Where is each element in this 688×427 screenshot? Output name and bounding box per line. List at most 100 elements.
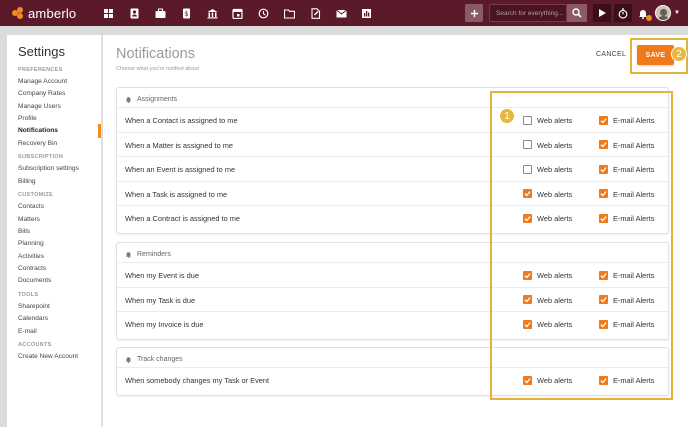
step-badge-2: 2 xyxy=(671,46,687,62)
group-header: Reminders xyxy=(125,248,171,260)
search-button[interactable] xyxy=(567,4,588,22)
start-timer-button[interactable] xyxy=(593,4,612,22)
documents-nav-button[interactable] xyxy=(302,0,328,26)
stopwatch-button[interactable] xyxy=(614,4,633,22)
notification-label: When a Matter is assigned to me xyxy=(125,140,234,150)
sidebar-item-contracts[interactable]: Contracts xyxy=(18,263,101,275)
reports-nav-button[interactable] xyxy=(354,0,380,26)
sidebar-item-profile[interactable]: Profile xyxy=(18,113,101,125)
sidebar-item-manage-account[interactable]: Manage Account xyxy=(18,76,101,88)
mail-nav-button[interactable] xyxy=(328,0,354,26)
user-avatar[interactable] xyxy=(655,5,672,21)
topbar-actions: Search for everything... ▼ xyxy=(465,0,688,26)
sidebar-item-label: Contracts xyxy=(18,264,47,272)
notification-label: When a Task is assigned to me xyxy=(125,189,228,199)
sidebar-item-calendars[interactable]: Calendars xyxy=(18,313,101,325)
matters-nav-button[interactable] xyxy=(148,0,174,26)
sidebar-heading: SUBSCRIPTION xyxy=(18,154,64,161)
sidebar-item-e-mail[interactable]: E-mail xyxy=(18,326,101,338)
sidebar-item-label: Recovery Bin xyxy=(18,139,58,147)
sidebar-item-recovery-bin[interactable]: Recovery Bin xyxy=(18,138,101,150)
play-icon xyxy=(598,9,606,17)
sidebar-item-label: Activities xyxy=(18,252,45,260)
search-placeholder: Search for everything... xyxy=(496,9,564,17)
chevron-down-icon[interactable]: ▼ xyxy=(674,10,680,16)
notification-label: When a Contract is assigned to me xyxy=(125,214,241,223)
sidebar-item-label: Manage Account xyxy=(18,78,68,85)
notifications-button[interactable] xyxy=(636,4,653,22)
sidebar-item-create-new-account[interactable]: Create New Account xyxy=(18,351,101,363)
notification-label: When a Contact is assigned to me xyxy=(125,116,238,125)
sidebar-item-bills[interactable]: Bills xyxy=(18,226,101,238)
search-icon xyxy=(572,8,582,18)
alert-options-highlight xyxy=(490,91,673,400)
sidebar-item-label: Create New Account xyxy=(18,353,79,361)
notification-label: When my Invoice is due xyxy=(125,320,204,329)
bell-icon xyxy=(125,251,132,258)
notification-label: When an Event is assigned to me xyxy=(125,165,236,174)
sidebar-item-subscription-settings[interactable]: Subscription settings xyxy=(18,163,101,175)
notification-badge xyxy=(646,15,653,21)
sidebar-item-contacts[interactable]: Contacts xyxy=(18,201,101,213)
sidebar-item-manage-users[interactable]: Manage Users xyxy=(18,101,101,113)
brand-name: amberlo xyxy=(28,5,77,21)
add-new-button[interactable] xyxy=(465,4,484,22)
mail-icon xyxy=(335,9,347,17)
contacts-icon xyxy=(130,8,139,18)
folder-nav-button[interactable] xyxy=(277,0,303,26)
sidebar-item-label: Planning xyxy=(18,240,44,248)
dashboard-nav-button[interactable] xyxy=(96,0,122,26)
sidebar-item-label: Billing xyxy=(18,177,36,185)
sidebar-item-planning[interactable]: Planning xyxy=(18,238,101,250)
page-subtitle: Choose what you're notified about xyxy=(116,66,199,72)
sidebar-item-label: Calendars xyxy=(18,315,49,323)
cancel-button[interactable]: CANCEL xyxy=(596,51,626,58)
stopwatch-icon xyxy=(618,7,628,19)
amberlo-logo-icon xyxy=(12,7,24,19)
sidebar-item-billing[interactable]: Billing xyxy=(18,176,101,188)
sidebar-item-label: Company Rates xyxy=(18,90,66,98)
matters-icon xyxy=(155,8,166,18)
step-badge-1: 1 xyxy=(499,108,515,124)
dashboard-icon xyxy=(104,8,114,18)
module-nav: $ xyxy=(96,0,380,26)
sidebar-item-matters[interactable]: Matters xyxy=(18,214,101,226)
settings-sidebar: Settings PREFERENCES Manage Account Compan… xyxy=(7,35,102,427)
sidebar-item-label: Bills xyxy=(18,228,31,235)
sidebar-item-label: Subscription settings xyxy=(18,165,79,173)
sidebar-item-label: Matters xyxy=(18,215,40,223)
contacts-nav-button[interactable] xyxy=(122,0,148,26)
activities-nav-button[interactable] xyxy=(251,0,277,26)
company-nav-button[interactable] xyxy=(199,0,225,26)
top-navigation-bar: amberlo $ Search for everything... ▼ xyxy=(0,0,688,26)
sidebar-item-company-rates[interactable]: Company Rates xyxy=(18,88,101,100)
sidebar-heading: PREFERENCES xyxy=(18,67,63,73)
save-button[interactable]: SAVE xyxy=(637,45,674,65)
group-header: Assignments xyxy=(125,93,177,105)
global-search-input[interactable]: Search for everything... xyxy=(489,4,568,22)
sidebar-item-label: Contacts xyxy=(18,203,45,211)
sidebar-item-activities[interactable]: Activities xyxy=(18,251,101,263)
sidebar-item-label: Manage Users xyxy=(18,102,61,110)
notification-label: When somebody changes my Task or Event xyxy=(125,376,270,385)
sidebar-item-sharepoint[interactable]: Sharepoint xyxy=(18,301,101,313)
plus-icon xyxy=(470,9,478,17)
group-title: Assignments xyxy=(137,95,178,103)
brand-logo[interactable]: amberlo xyxy=(12,6,96,21)
page-title: Notifications xyxy=(116,46,195,62)
company-icon xyxy=(207,8,218,18)
active-indicator xyxy=(98,124,101,139)
group-title: Reminders xyxy=(137,250,171,258)
activities-icon xyxy=(258,8,269,18)
sidebar-item-label: Documents xyxy=(18,277,52,285)
calendar-icon xyxy=(232,8,243,19)
sidebar-item-notifications[interactable]: Notifications xyxy=(18,124,101,139)
sidebar-heading: CUSTOMIZE xyxy=(18,192,53,199)
sidebar-item-documents[interactable]: Documents xyxy=(18,275,101,287)
calendar-nav-button[interactable] xyxy=(225,0,251,26)
sidebar-item-label: E-mail xyxy=(18,327,37,335)
sidebar-heading: ACCOUNTS xyxy=(18,342,52,349)
folder-icon xyxy=(283,8,295,19)
group-header: Track changes xyxy=(125,353,183,365)
bills-nav-button[interactable]: $ xyxy=(173,0,199,26)
